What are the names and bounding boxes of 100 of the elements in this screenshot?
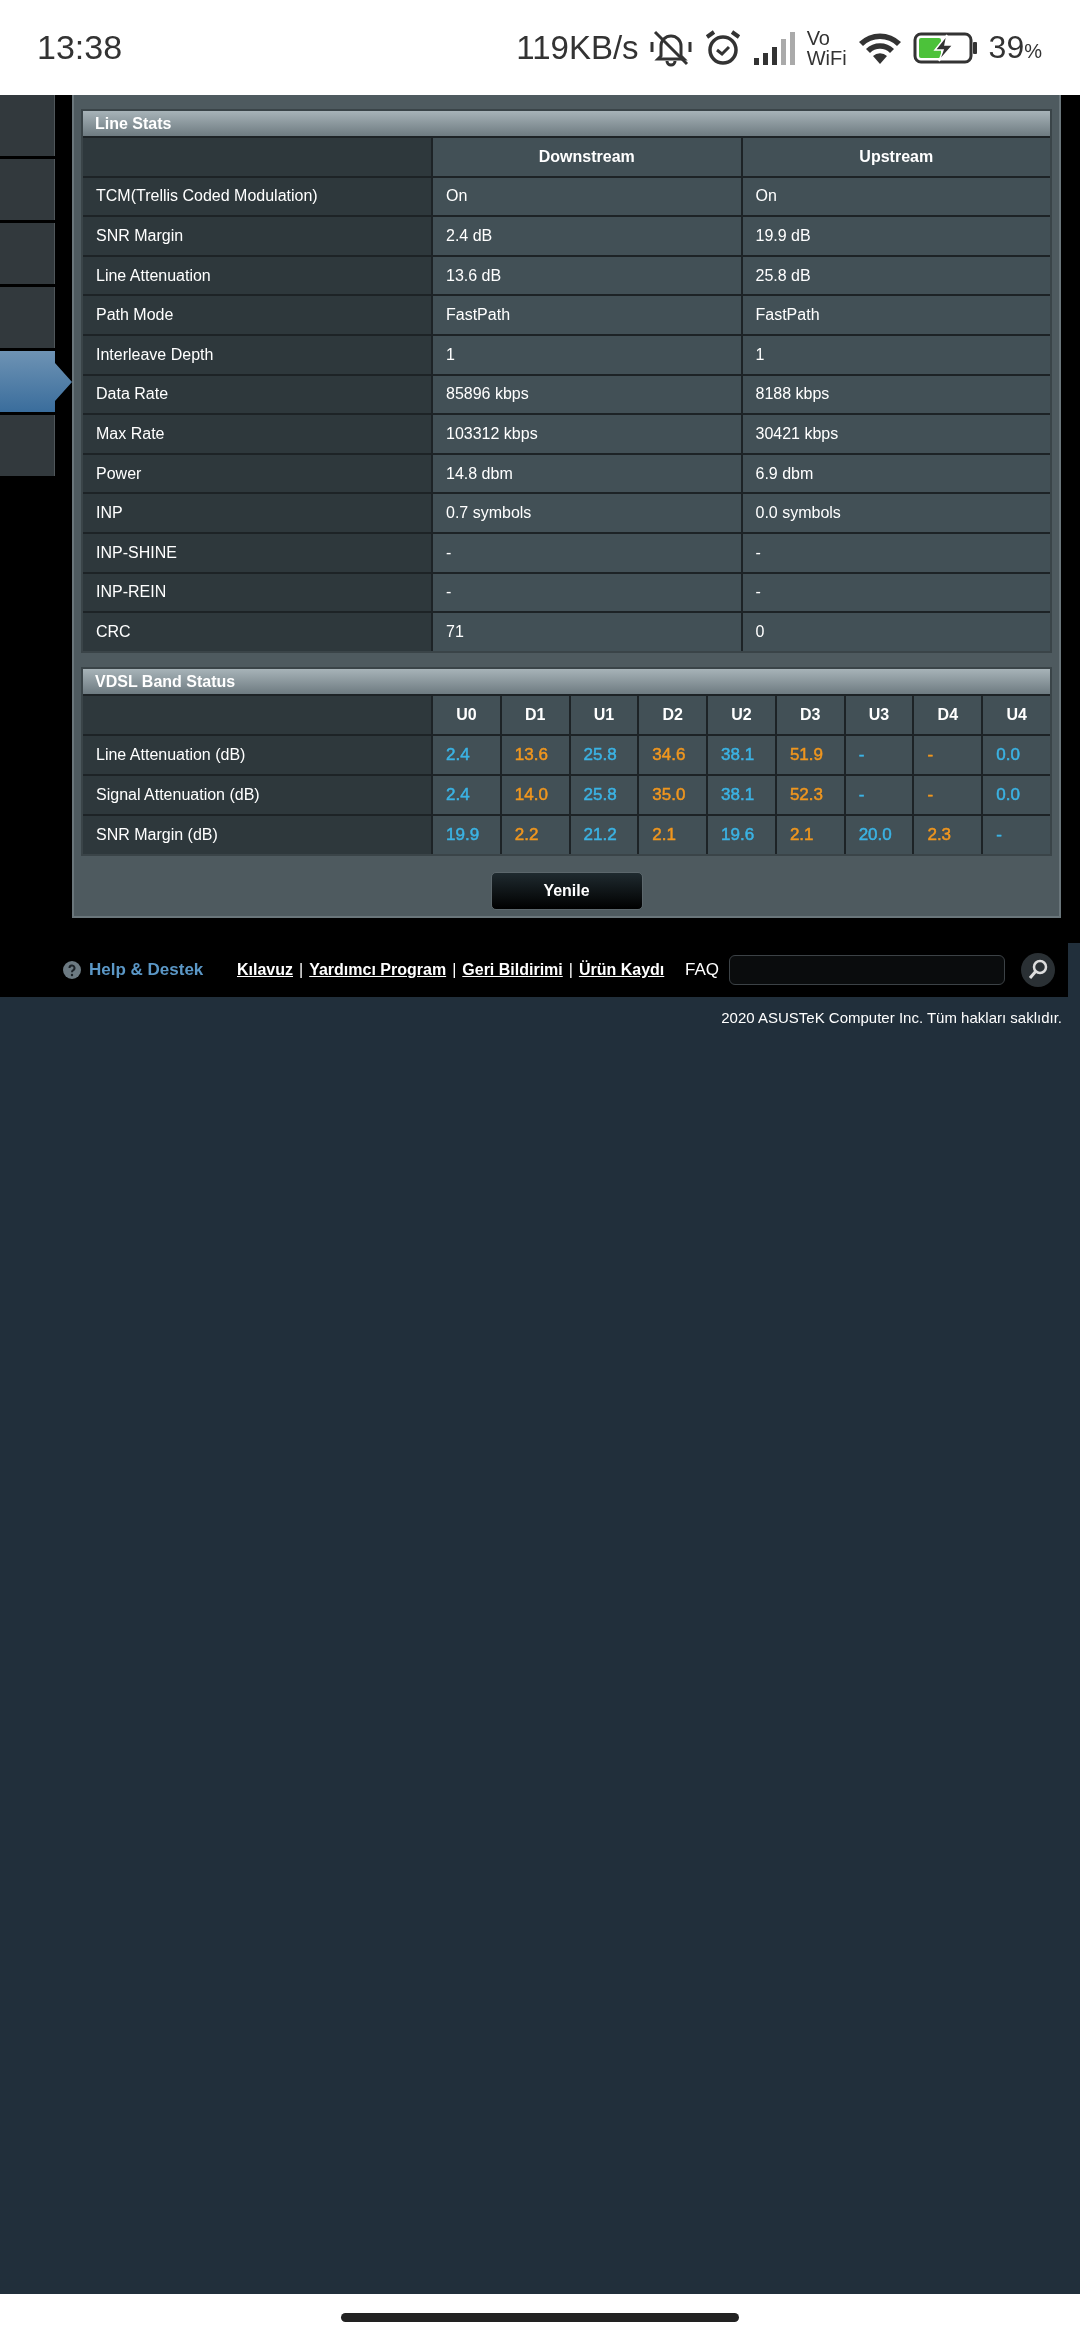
column-header: D2 (639, 695, 707, 734)
table-cell: 25.8 dB (742, 256, 1050, 295)
table-cell: 0.7 symbols (433, 494, 741, 532)
signal-icon (752, 29, 797, 66)
section-header: VDSL Band Status (83, 668, 1050, 694)
row-label: SNR Margin (83, 217, 431, 255)
search-field[interactable] (729, 955, 1005, 985)
row-label: SNR Margin (dB) (83, 815, 431, 854)
row-label: Data Rate (83, 375, 431, 414)
table-cell: 14.8 dbm (433, 454, 741, 493)
table-cell: 71 (433, 613, 741, 651)
column-header: Downstream (433, 138, 741, 176)
table-cell: - (858, 784, 865, 805)
sidebar-item[interactable] (0, 351, 72, 412)
table-cell: 14.0 (514, 784, 548, 805)
table-cell: 25.8 (583, 744, 617, 765)
row-label: Signal Attenuation (dB) (83, 775, 431, 814)
table-cell: 30421 kbps (742, 415, 1050, 453)
separator: | (452, 961, 457, 979)
table-cell: 2.1 (652, 824, 676, 845)
table-cell: 20.0 (858, 824, 892, 845)
row-label: INP-REIN (83, 573, 431, 612)
battery-charging-icon (912, 30, 979, 65)
table-cell: 2.4 (446, 744, 470, 765)
home-indicator[interactable] (341, 2312, 739, 2322)
column-header: Upstream (742, 138, 1050, 176)
row-label: INP-SHINE (83, 533, 431, 572)
row-label: Line Attenuation (83, 256, 431, 295)
table-cell: 6.9 dbm (742, 454, 1050, 493)
table-cell: - (742, 573, 1050, 612)
table-cell: 0 (742, 613, 1050, 651)
table-cell: 2.4 (446, 784, 470, 805)
table-cell: - (742, 533, 1050, 572)
table-cell: - (433, 533, 741, 572)
table-cell: 2.3 (927, 824, 952, 845)
table-cell: - (996, 824, 1002, 845)
battery-percent: 39% (988, 29, 1042, 66)
table-cell: 35.0 (652, 784, 686, 805)
column-header: U4 (983, 695, 1050, 734)
refresh-button[interactable]: Yenile (490, 871, 643, 910)
table-cell: 8188 kbps (742, 375, 1050, 414)
separator: | (299, 961, 304, 979)
footer-link[interactable]: Geri Bildirimi (462, 961, 563, 979)
table-cell: On (433, 177, 741, 216)
row-label: Power (83, 454, 431, 493)
search-icon[interactable] (1021, 953, 1055, 987)
footer-link[interactable]: Kılavuz (237, 961, 293, 979)
column-header: U0 (433, 695, 500, 734)
column-header: U1 (570, 695, 638, 734)
help-link[interactable]: Help & Destek (89, 960, 204, 980)
table-cell: 2.4 dB (433, 217, 741, 255)
vowifi-label: WiFi (806, 47, 847, 68)
row-label: INP (83, 494, 431, 532)
table-cell: 0.0 (996, 744, 1020, 765)
column-header: D3 (776, 695, 844, 734)
column-header: U3 (845, 695, 913, 734)
table-cell: 19.6 (721, 824, 755, 845)
row-label: CRC (83, 613, 431, 651)
faq-label: FAQ (685, 960, 720, 980)
row-label: Interleave Depth (83, 335, 431, 374)
table-cell: - (433, 573, 741, 612)
table-cell: On (742, 177, 1050, 216)
section-header: Line Stats (83, 111, 1050, 136)
table-cell: 1 (433, 335, 741, 374)
table-cell: - (858, 744, 865, 765)
table-cell: - (927, 744, 934, 765)
table-cell: 2.2 (514, 824, 539, 845)
column-header: D1 (501, 695, 569, 734)
clock-time: 13:38 (37, 28, 123, 67)
table-cell: 34.6 (652, 744, 686, 765)
table-cell: FastPath (742, 296, 1050, 334)
table-cell: 85896 kbps (433, 375, 741, 414)
row-label: Max Rate (83, 415, 431, 453)
copyright-text: 2020 ASUSTeK Computer Inc. Tüm hakları saklıdır. (721, 1009, 1062, 1026)
table-cell: 13.6 (514, 744, 548, 765)
vowifi-label: Vo (806, 27, 831, 48)
row-label: Line Attenuation (dB) (83, 735, 431, 774)
table-cell: 2.1 (789, 824, 814, 845)
column-header: U2 (708, 695, 775, 734)
row-label: TCM(Trellis Coded Modulation) (83, 177, 431, 216)
table-cell: 19.9 dB (742, 217, 1050, 255)
table-cell: 38.1 (721, 784, 755, 805)
table-cell: 51.9 (789, 744, 823, 765)
table-cell: 0.0 symbols (742, 494, 1050, 532)
table-cell: - (927, 784, 934, 805)
footer-link[interactable]: Ürün Kaydı (578, 961, 665, 979)
row-label: Path Mode (83, 296, 431, 334)
table-cell: 38.1 (721, 744, 755, 765)
table-cell: 19.9 (446, 824, 480, 845)
table-cell: 1 (742, 335, 1050, 374)
help-icon (63, 961, 81, 979)
table-cell: 103312 kbps (433, 415, 741, 453)
table-cell: 52.3 (789, 784, 823, 805)
footer-link[interactable]: Yardımcı Program (309, 961, 447, 979)
table-cell: 13.6 dB (433, 256, 741, 295)
table-cell: FastPath (433, 296, 741, 334)
table-cell: 21.2 (583, 824, 617, 845)
network-speed: 119KB/s (516, 28, 639, 67)
separator: | (568, 961, 573, 979)
table-cell: 0.0 (996, 784, 1020, 805)
